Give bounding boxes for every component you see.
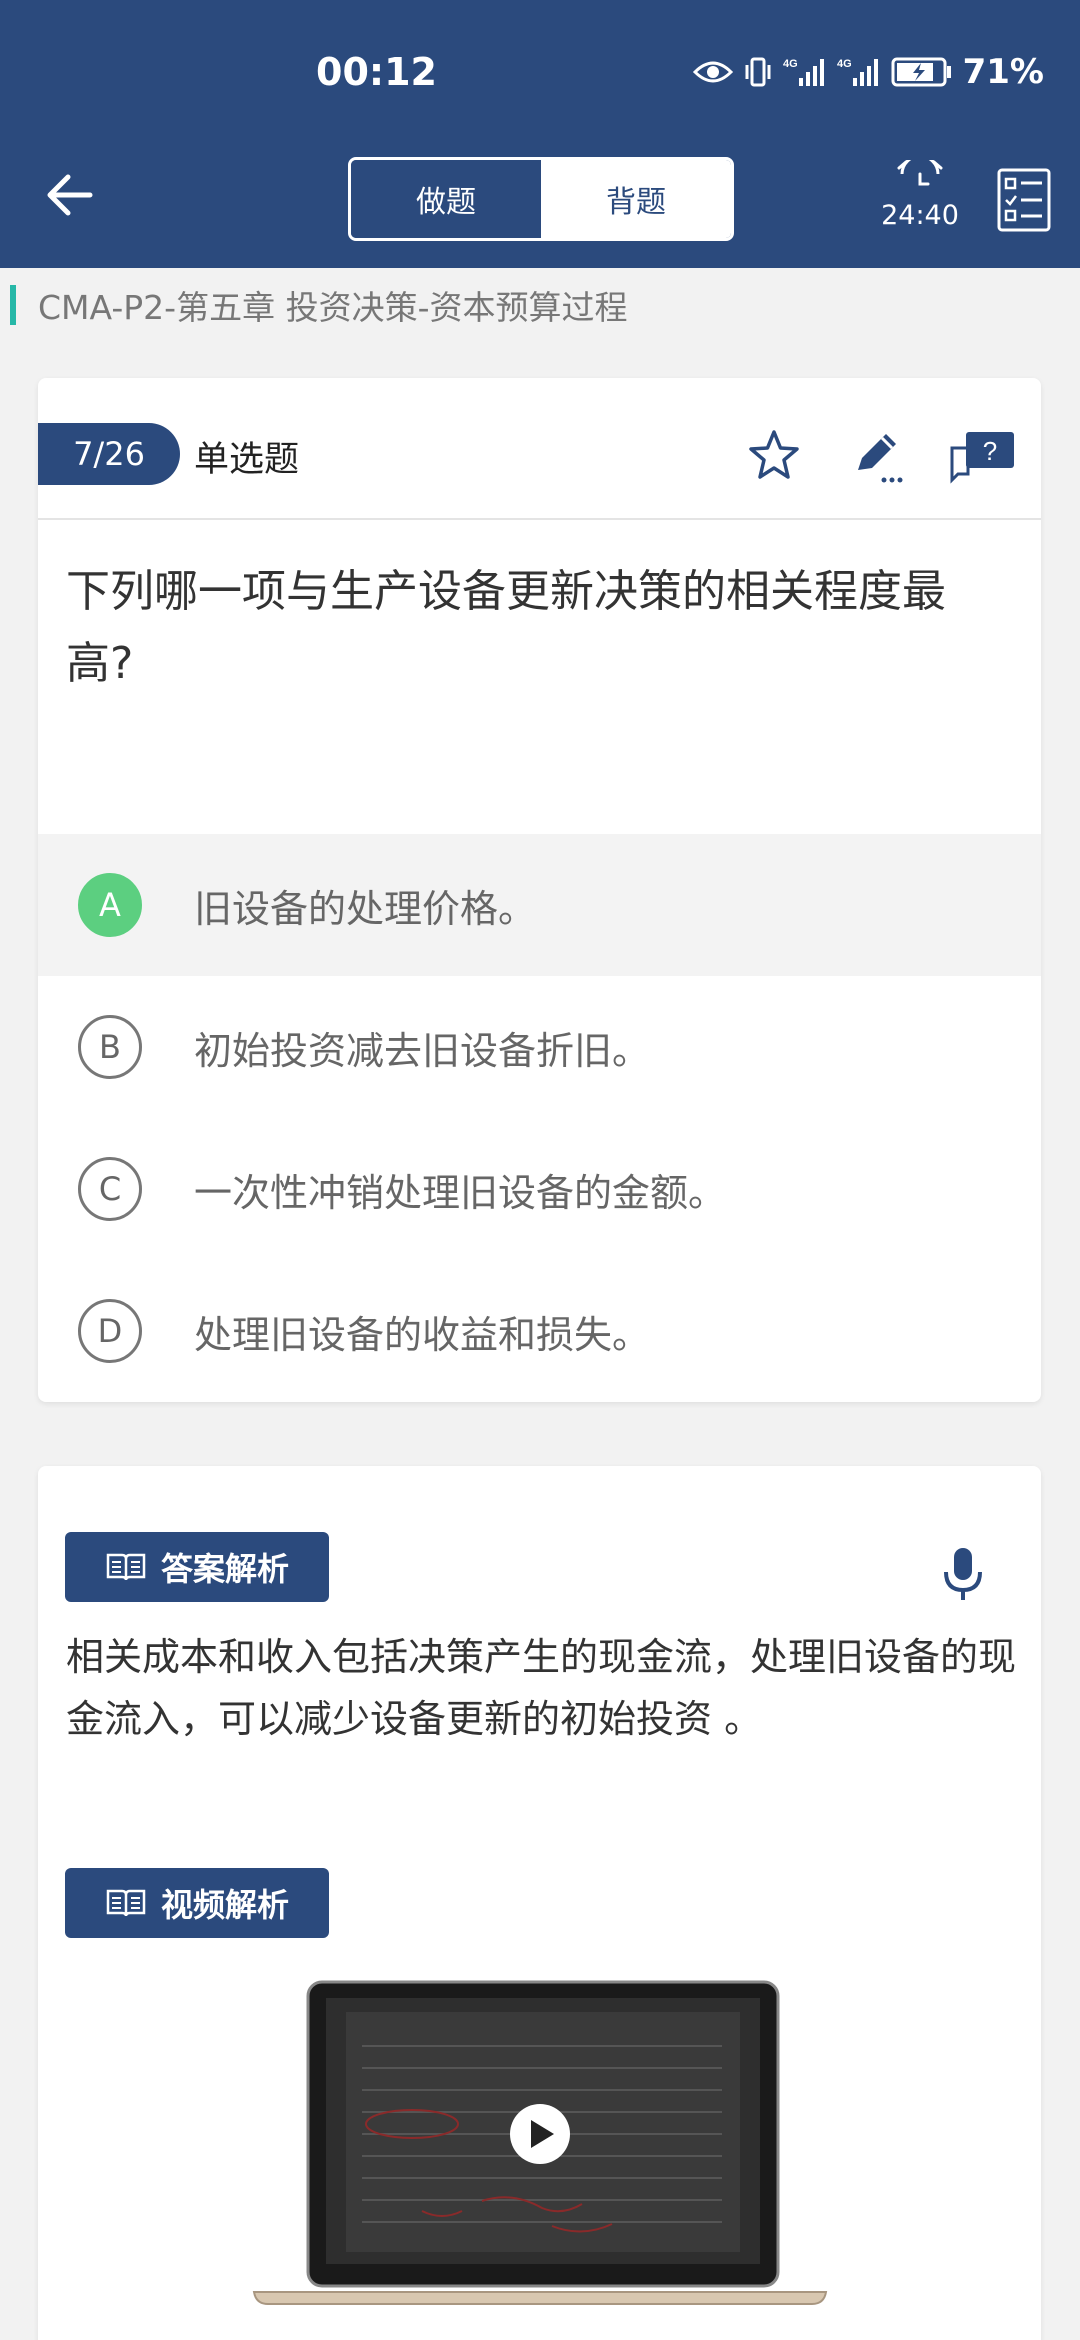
- timer[interactable]: 24:40: [880, 160, 960, 231]
- book-icon: [106, 1889, 146, 1917]
- answer-analysis-tag: 答案解析: [65, 1532, 329, 1602]
- video-analysis-label: 视频解析: [160, 1886, 289, 1924]
- option-d[interactable]: D 处理旧设备的收益和损失。: [38, 1260, 1041, 1402]
- breadcrumb: CMA-P2-第五章 投资决策-资本预算过程: [0, 282, 627, 328]
- option-text: 一次性冲销处理旧设备的金额。: [194, 1170, 727, 1215]
- signal-label-1: 4G: [783, 58, 798, 70]
- microphone-icon[interactable]: [938, 1544, 988, 1604]
- answer-analysis-label: 答案解析: [160, 1550, 289, 1588]
- signal-label-2: 4G: [837, 58, 852, 70]
- battery-icon: [891, 57, 951, 87]
- option-b[interactable]: B 初始投资减去旧设备折旧。: [38, 976, 1041, 1118]
- option-letter: D: [78, 1299, 142, 1363]
- signal-4g-icon: 4G: [783, 58, 824, 86]
- video-thumbnail[interactable]: [252, 1976, 828, 2306]
- vibrate-icon: [745, 57, 771, 87]
- option-letter: B: [78, 1015, 142, 1079]
- app-header: 00:12 4G 4G 71% 做题 背题 24:40: [0, 0, 1080, 268]
- eye-icon: [692, 61, 733, 83]
- tab-review[interactable]: 背题: [541, 160, 731, 238]
- analysis-text: 相关成本和收入包括决策产生的现金流，处理旧设备的现金流入，可以减少设备更新的初始…: [66, 1635, 1017, 1741]
- option-letter: C: [78, 1157, 142, 1221]
- edit-note-icon[interactable]: [848, 426, 908, 486]
- signal-4g-icon-2: 4G: [837, 58, 878, 86]
- option-text: 初始投资减去旧设备折旧。: [194, 1028, 651, 1073]
- timer-value: 24:40: [881, 200, 959, 231]
- option-c[interactable]: C 一次性冲销处理旧设备的金额。: [38, 1118, 1041, 1260]
- question-text: 下列哪一项与生产设备更新决策的相关程度最高?: [66, 566, 946, 689]
- breadcrumb-accent-bar: [10, 285, 16, 325]
- status-time: 00:12: [316, 50, 437, 94]
- book-icon: [106, 1553, 146, 1581]
- tab-practice[interactable]: 做题: [351, 160, 541, 238]
- video-analysis-tag: 视频解析: [65, 1868, 329, 1938]
- alarm-clock-icon: [897, 160, 943, 186]
- battery-percent: 71%: [962, 52, 1044, 92]
- option-letter: A: [78, 873, 142, 937]
- question-feedback-icon[interactable]: ?: [948, 426, 1018, 486]
- option-a[interactable]: A 旧设备的处理价格。: [38, 834, 1041, 976]
- question-card: 7/26 单选题 ? 下列哪一项与生产设备更新决策的相关程度最高? A 旧设备的…: [38, 378, 1041, 1402]
- star-icon[interactable]: [744, 426, 804, 486]
- analysis-card: 答案解析 相关成本和收入包括决策产生的现金流，处理旧设备的现金流入，可以减少设备…: [38, 1466, 1041, 2340]
- mode-toggle: 做题 背题: [348, 157, 734, 241]
- back-arrow-icon[interactable]: [40, 165, 100, 225]
- status-icons: 4G 4G 71%: [692, 52, 1044, 92]
- question-header: 7/26 单选题 ?: [38, 378, 1041, 520]
- question-number-badge: 7/26: [38, 423, 180, 485]
- chapter-title: CMA-P2-第五章 投资决策-资本预算过程: [38, 288, 628, 327]
- answer-sheet-icon[interactable]: [996, 167, 1052, 233]
- option-text: 旧设备的处理价格。: [194, 886, 537, 931]
- question-type: 单选题: [194, 440, 300, 480]
- svg-text:?: ?: [983, 436, 997, 466]
- option-text: 处理旧设备的收益和损失。: [194, 1312, 651, 1357]
